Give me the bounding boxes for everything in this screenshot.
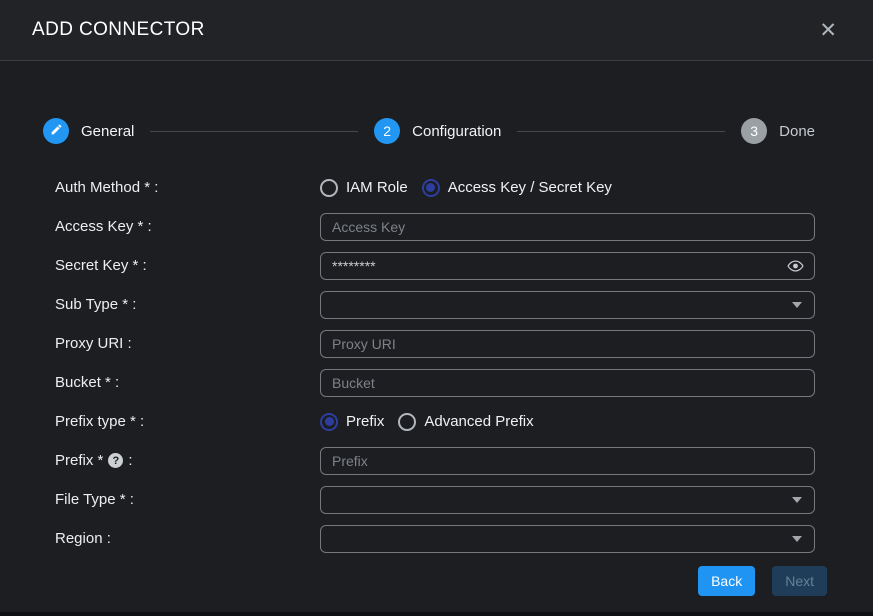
proxy-uri-input[interactable] (320, 330, 815, 358)
bucket-input[interactable] (320, 369, 815, 397)
step-configuration-circle: 2 (374, 118, 400, 144)
radio-icon (320, 179, 338, 197)
radio-selected-icon (422, 179, 440, 197)
caret-down-icon (792, 536, 802, 542)
next-button[interactable]: Next (772, 566, 827, 596)
radio-icon (398, 413, 416, 431)
proxy-uri-label: Proxy URI : (55, 335, 320, 352)
step-configuration[interactable]: 2 Configuration (374, 118, 501, 144)
region-select[interactable] (320, 525, 815, 553)
access-key-row: Access Key * : (0, 207, 873, 246)
access-key-input[interactable] (320, 213, 815, 241)
auth-method-radio-group: IAM Role Access Key / Secret Key (320, 179, 612, 197)
radio-selected-icon (320, 413, 338, 431)
step-general-label: General (81, 123, 134, 140)
help-icon[interactable]: ? (108, 453, 123, 468)
radio-prefix[interactable]: Prefix (320, 413, 384, 431)
prefix-type-row: Prefix type * : Prefix Advanced Prefix (0, 402, 873, 441)
secret-key-row: Secret Key * : (0, 246, 873, 285)
prefix-input[interactable] (320, 447, 815, 475)
file-type-select[interactable] (320, 486, 815, 514)
access-key-label: Access Key * : (55, 218, 320, 235)
sub-type-row: Sub Type * : (0, 285, 873, 324)
auth-method-label: Auth Method * : (55, 179, 320, 196)
caret-down-icon (792, 497, 802, 503)
stepper-connector (150, 131, 358, 132)
step-done-circle: 3 (741, 118, 767, 144)
step-done-label: Done (779, 123, 815, 140)
secret-key-input[interactable] (320, 252, 815, 280)
proxy-uri-row: Proxy URI : (0, 324, 873, 363)
modal-header: ADD CONNECTOR ✕ (0, 0, 873, 61)
prefix-label: Prefix * ? : (55, 452, 320, 469)
prefix-row: Prefix * ? : (0, 441, 873, 480)
sub-type-select[interactable] (320, 291, 815, 319)
region-label: Region : (55, 530, 320, 547)
radio-access-key-secret-key[interactable]: Access Key / Secret Key (422, 179, 612, 197)
close-icon[interactable]: ✕ (813, 16, 843, 45)
back-button[interactable]: Back (698, 566, 755, 596)
step-general-circle (43, 118, 69, 144)
step-done: 3 Done (741, 118, 815, 144)
radio-advanced-prefix[interactable]: Advanced Prefix (398, 413, 533, 431)
step-configuration-label: Configuration (412, 123, 501, 140)
configuration-form: Auth Method * : IAM Role Access Key / Se… (0, 168, 873, 612)
bucket-label: Bucket * : (55, 374, 320, 391)
add-connector-modal: ADD CONNECTOR ✕ General 2 Configuration … (0, 0, 873, 616)
sub-type-label: Sub Type * : (55, 296, 320, 313)
stepper-connector (517, 131, 725, 132)
footer-actions: Back Next (0, 558, 873, 596)
prefix-type-label: Prefix type * : (55, 413, 320, 430)
pencil-icon (50, 123, 63, 139)
wizard-stepper: General 2 Configuration 3 Done (43, 118, 815, 144)
caret-down-icon (792, 302, 802, 308)
bucket-row: Bucket * : (0, 363, 873, 402)
file-type-row: File Type * : (0, 480, 873, 519)
step-general[interactable]: General (43, 118, 134, 144)
prefix-type-radio-group: Prefix Advanced Prefix (320, 413, 534, 431)
modal-title: ADD CONNECTOR (32, 19, 205, 41)
region-row: Region : (0, 519, 873, 558)
secret-key-label: Secret Key * : (55, 257, 320, 274)
radio-iam-role[interactable]: IAM Role (320, 179, 408, 197)
eye-icon[interactable] (787, 259, 804, 273)
auth-method-row: Auth Method * : IAM Role Access Key / Se… (0, 168, 873, 207)
file-type-label: File Type * : (55, 491, 320, 508)
